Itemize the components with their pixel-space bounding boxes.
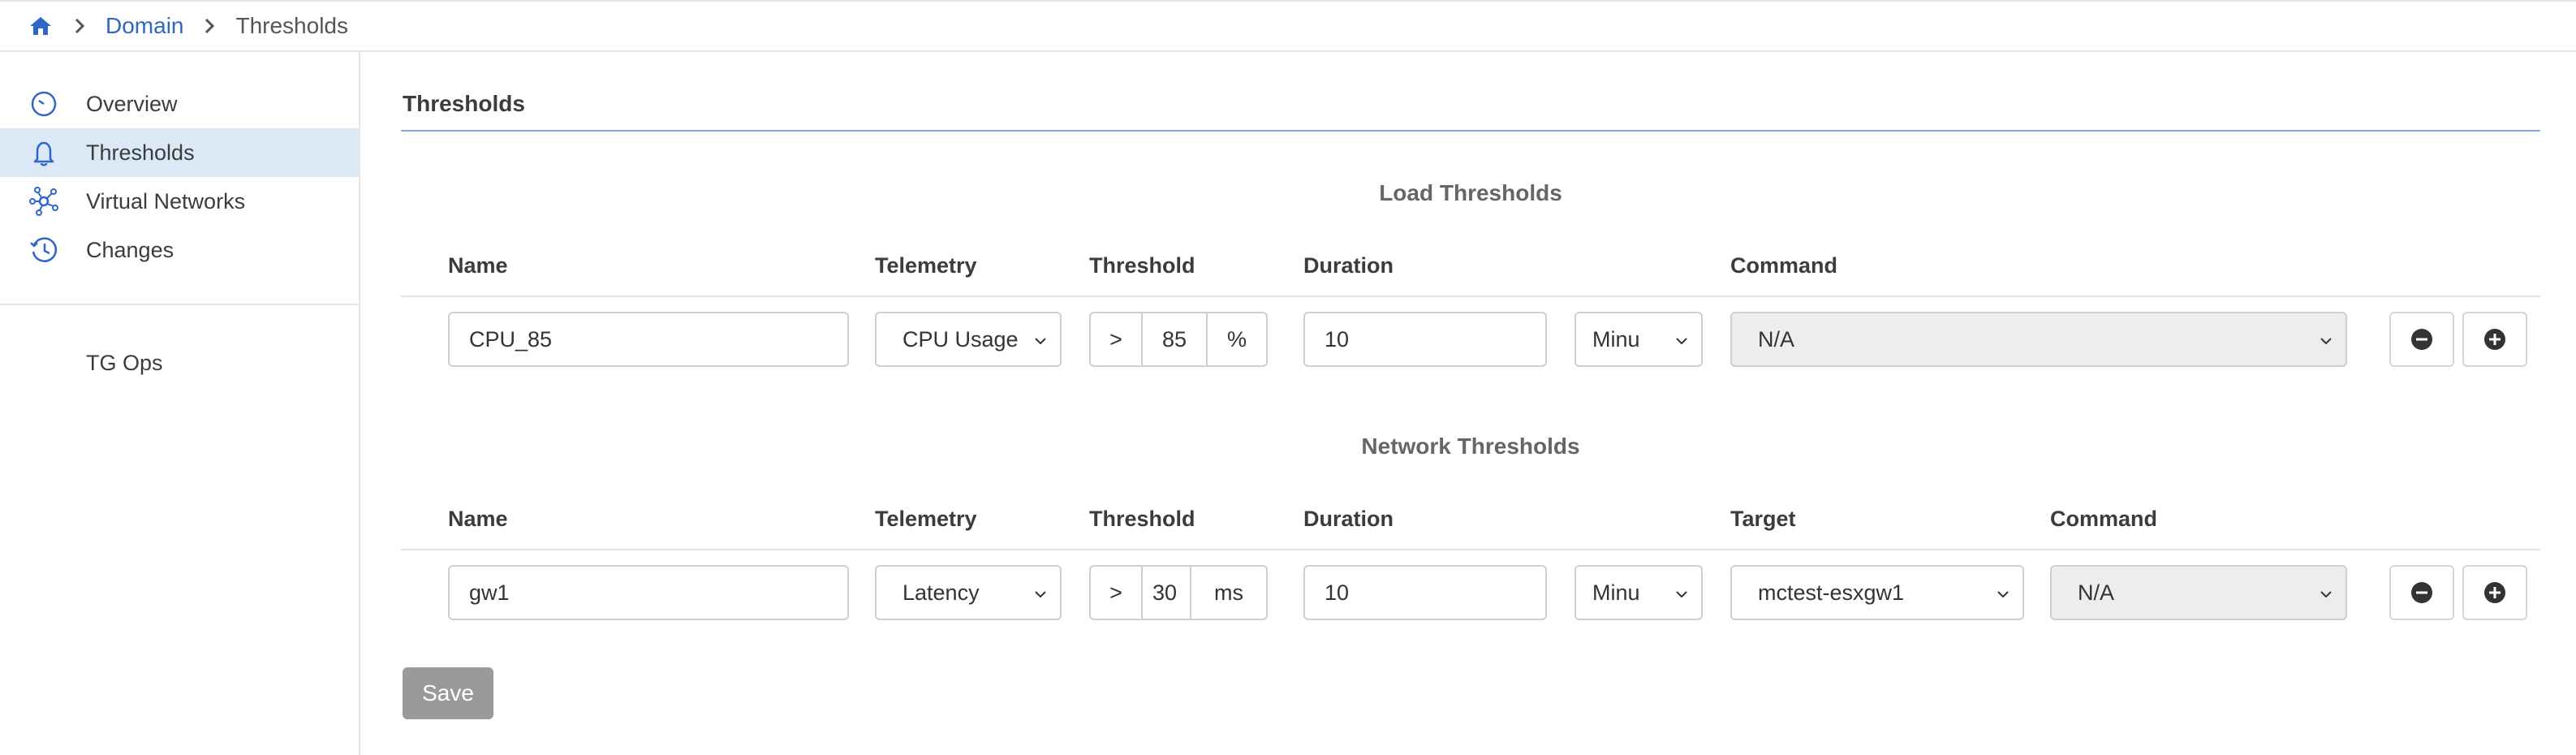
load-header-threshold: Threshold [1089, 253, 1195, 278]
sidebar-item-label: Thresholds [86, 140, 195, 165]
load-threshold-value-input[interactable]: 85 [1143, 312, 1208, 367]
network-name-input[interactable]: gw1 [448, 565, 849, 620]
minus-circle-icon [2411, 582, 2432, 603]
network-threshold-operator[interactable]: > [1089, 565, 1143, 620]
chevron-down-icon [2320, 591, 2332, 598]
load-threshold-group: > 85 % [1089, 312, 1268, 367]
sidebar-item-overview[interactable]: Overview [0, 80, 359, 128]
sidebar-item-label: Changes [86, 237, 174, 262]
breadcrumb-domain[interactable]: Domain [106, 13, 183, 39]
chevron-down-icon [1676, 338, 1687, 345]
minus-circle-icon [2411, 329, 2432, 350]
load-header-rule [401, 296, 2540, 297]
bell-icon [33, 141, 54, 166]
network-header-name: Name [448, 507, 508, 531]
load-duration-input[interactable]: 10 [1303, 312, 1547, 367]
network-icon [29, 187, 58, 216]
page-title: Thresholds [403, 91, 525, 116]
sidebar-item-thresholds[interactable]: Thresholds [0, 128, 359, 177]
sidebar-item-label: Overview [86, 91, 178, 116]
network-duration-input[interactable]: 10 [1303, 565, 1547, 620]
network-header-command: Command [2050, 507, 2158, 531]
network-header-duration: Duration [1303, 507, 1394, 531]
load-threshold-operator[interactable]: > [1089, 312, 1143, 367]
network-duration-unit-select[interactable]: Minu [1574, 565, 1703, 620]
network-remove-button[interactable] [2389, 565, 2454, 620]
network-header-threshold: Threshold [1089, 507, 1195, 531]
gauge-icon [31, 91, 57, 117]
sidebar-item-changes[interactable]: Changes [0, 226, 359, 274]
network-header-rule [401, 549, 2540, 550]
save-button[interactable]: Save [403, 667, 493, 719]
load-name-input[interactable]: CPU_85 [448, 312, 849, 367]
chevron-down-icon [1997, 591, 2009, 598]
plus-circle-icon [2484, 329, 2505, 350]
load-threshold-unit: % [1208, 312, 1268, 367]
network-header-telemetry: Telemetry [875, 507, 977, 531]
load-command-select[interactable]: N/A [1730, 312, 2347, 367]
sidebar-divider [0, 304, 359, 305]
load-duration-unit-select[interactable]: Minu [1574, 312, 1703, 367]
load-header-name: Name [448, 253, 508, 278]
load-header-duration: Duration [1303, 253, 1394, 278]
network-header-target: Target [1730, 507, 1796, 531]
network-add-button[interactable] [2462, 565, 2527, 620]
sidebar-item-label: Virtual Networks [86, 188, 246, 214]
sidebar: Overview Thresholds Virtual Networks Cha… [0, 52, 360, 755]
chevron-down-icon [2320, 338, 2332, 345]
network-threshold-unit: ms [1191, 565, 1268, 620]
clock-icon [30, 237, 57, 262]
network-thresholds-title: Network Thresholds [1361, 434, 1580, 459]
chevron-down-icon [1035, 338, 1046, 345]
breadcrumb: Domain Thresholds [0, 0, 2576, 52]
chevron-down-icon [1676, 591, 1687, 598]
chevron-down-icon [1035, 591, 1046, 598]
chevron-right-icon [205, 18, 215, 34]
network-command-select[interactable]: N/A [2050, 565, 2347, 620]
sidebar-item-virtual-networks[interactable]: Virtual Networks [0, 177, 359, 226]
load-remove-button[interactable] [2389, 312, 2454, 367]
title-underline [401, 130, 2540, 132]
load-telemetry-select[interactable]: CPU Usage [875, 312, 1062, 367]
sidebar-group-label[interactable]: TG Ops [86, 351, 163, 376]
home-icon[interactable] [28, 13, 54, 39]
load-add-button[interactable] [2462, 312, 2527, 367]
network-telemetry-select[interactable]: Latency [875, 565, 1062, 620]
chevron-right-icon [75, 18, 85, 34]
network-target-select[interactable]: mctest-esxgw1 [1730, 565, 2024, 620]
network-threshold-value-input[interactable]: 30 [1143, 565, 1191, 620]
breadcrumb-current: Thresholds [235, 13, 348, 38]
load-header-telemetry: Telemetry [875, 253, 977, 278]
load-thresholds-title: Load Thresholds [1379, 180, 1562, 205]
network-threshold-group: > 30 ms [1089, 565, 1268, 620]
plus-circle-icon [2484, 582, 2505, 603]
load-header-command: Command [1730, 253, 1838, 278]
